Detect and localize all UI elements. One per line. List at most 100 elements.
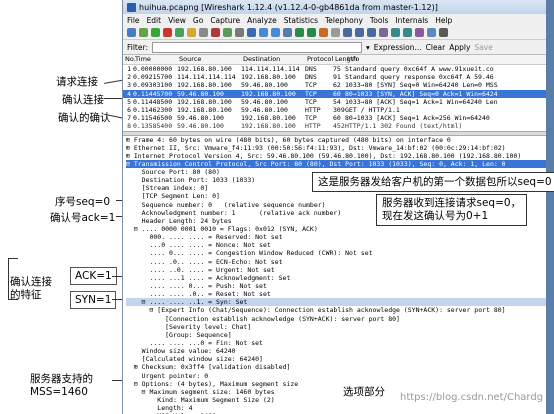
detail-line[interactable]: .... .... ...0 = Fin: Not set bbox=[126, 339, 554, 347]
detail-line[interactable]: ⊞ Frame 4: 60 bytes on wire (480 bits), … bbox=[126, 136, 554, 144]
capture-filters-icon[interactable] bbox=[391, 28, 400, 37]
filter-save-button[interactable]: Save bbox=[474, 43, 492, 52]
packet-row[interactable]: 1 0.00000000 192.168.80.100 114.114.114.114… bbox=[123, 65, 554, 73]
menu-item-file[interactable]: File bbox=[127, 16, 140, 25]
packet-row[interactable]: 2 0.09215700 114.114.114.114 192.168.80.100… bbox=[123, 73, 554, 81]
detail-line[interactable]: .... 0... .... = Congestion Window Reduc… bbox=[126, 249, 554, 257]
packet-row[interactable]: 8 0.13585400 59.46.80.100 192.168.80.100 HTT… bbox=[123, 122, 554, 130]
detail-line[interactable]: [Connection establish acknowledge (SYN+A… bbox=[126, 315, 554, 323]
find-packet-icon[interactable] bbox=[247, 28, 256, 37]
autoscroll-icon[interactable] bbox=[331, 28, 340, 37]
go-last-icon[interactable] bbox=[307, 28, 316, 37]
start-capture-icon[interactable] bbox=[151, 28, 160, 37]
detail-line[interactable]: [Severity level: Chat] bbox=[126, 323, 554, 331]
detail-line[interactable]: [Group: Sequence] bbox=[126, 331, 554, 339]
resize-columns-icon[interactable] bbox=[379, 28, 388, 37]
detail-line[interactable]: 000. .... .... = Reserved: Not set bbox=[126, 233, 554, 241]
coloring-rules-icon[interactable] bbox=[415, 28, 424, 37]
menu-item-tools[interactable]: Tools bbox=[370, 16, 388, 25]
packet-row[interactable]: 6 0.11462300 192.168.80.100 59.46.80.100 HTT… bbox=[123, 106, 554, 114]
detail-line[interactable]: .... ..0. .... = Urgent: Not set bbox=[126, 266, 554, 274]
packet-row[interactable]: 3 0.09303100 192.168.80.100 59.46.80.100 TCP… bbox=[123, 81, 554, 89]
detail-line[interactable]: ⊞ Internet Protocol Version 4, Src: 59.4… bbox=[126, 152, 554, 160]
packet-cell-info: 1033→80 [ACK] Seq=1 Ack=1 Win=64240 Len bbox=[345, 97, 498, 106]
col-info[interactable]: Info bbox=[345, 55, 554, 64]
display-filters-icon[interactable] bbox=[403, 28, 412, 37]
go-to-packet-icon[interactable] bbox=[283, 28, 292, 37]
menu-item-go[interactable]: Go bbox=[193, 16, 203, 25]
detail-line[interactable]: .... .... 0... = Push: Not set bbox=[126, 282, 554, 290]
col-no[interactable]: No. bbox=[123, 55, 136, 64]
detail-line[interactable]: .... .... .0.. = Reset: Not set bbox=[126, 290, 554, 298]
filter-apply-button[interactable]: Apply bbox=[449, 43, 470, 52]
filter-bar: Filter: ▾ Expression... Clear Apply Save bbox=[123, 40, 554, 55]
callout-server-recv: 服务器收到连接请求seq=0， 现在发这确认号为0+1 bbox=[376, 194, 528, 226]
packet-cell-time: 0.11448500 bbox=[133, 97, 173, 106]
detail-line[interactable]: ⊞ Checksum: 0x3ff4 [validation disabled] bbox=[126, 363, 554, 371]
col-protocol[interactable]: Protocol bbox=[305, 55, 333, 64]
preferences-icon[interactable] bbox=[427, 28, 436, 37]
restart-capture-icon[interactable] bbox=[175, 28, 184, 37]
options-icon[interactable] bbox=[139, 28, 148, 37]
zoom-in-icon[interactable] bbox=[343, 28, 352, 37]
filter-dropdown-icon[interactable]: ▾ bbox=[366, 43, 370, 52]
menu-item-internals[interactable]: Internals bbox=[395, 16, 428, 25]
detail-line[interactable]: Window size value: 64240 bbox=[126, 347, 554, 355]
help-icon[interactable] bbox=[439, 28, 448, 37]
packet-cell-proto: HTTP bbox=[305, 105, 321, 114]
detail-line[interactable]: ⊟ .... .... ..1. = Syn: Set bbox=[126, 298, 554, 307]
packet-cell-no: 2 bbox=[127, 73, 131, 82]
open-file-icon[interactable] bbox=[187, 28, 196, 37]
menu-item-statistics[interactable]: Statistics bbox=[284, 16, 318, 25]
menu-item-help[interactable]: Help bbox=[435, 16, 452, 25]
stop-capture-icon[interactable] bbox=[163, 28, 172, 37]
filter-input[interactable] bbox=[151, 41, 362, 53]
detail-line[interactable]: ...0 .... .... = Nonce: Not set bbox=[126, 241, 554, 249]
zoom-normal-icon[interactable] bbox=[367, 28, 376, 37]
go-forward-icon[interactable] bbox=[271, 28, 280, 37]
menu-item-view[interactable]: View bbox=[168, 16, 186, 25]
zoom-out-icon[interactable] bbox=[355, 28, 364, 37]
packet-cell-proto: TCP bbox=[305, 97, 317, 106]
go-back-icon[interactable] bbox=[259, 28, 268, 37]
packet-row[interactable]: 4 0.11445700 59.46.80.100 192.168.80.100 TCP… bbox=[123, 89, 554, 98]
save-file-icon[interactable] bbox=[199, 28, 208, 37]
watermark: https://blog.csdn.net/Chardg bbox=[400, 392, 544, 403]
detail-line[interactable]: ⊟ [Expert Info (Chat/Sequence): Connecti… bbox=[126, 306, 554, 314]
menu-item-capture[interactable]: Capture bbox=[210, 16, 240, 25]
packet-cell-dst: 59.46.80.100 bbox=[241, 97, 288, 106]
col-length[interactable]: Length bbox=[333, 55, 357, 64]
detail-line[interactable]: [Calculated window size: 64240] bbox=[126, 355, 554, 363]
title-bar: huihua.pcapng [Wireshark 1.12.4 (v1.12.4… bbox=[123, 0, 554, 14]
menu-item-analyze[interactable]: Analyze bbox=[247, 16, 277, 25]
menu-item-edit[interactable]: Edit bbox=[147, 16, 162, 25]
col-time[interactable]: Time bbox=[133, 55, 177, 64]
go-first-icon[interactable] bbox=[295, 28, 304, 37]
detail-line[interactable]: .... .0.. .... = ECN-Echo: Not set bbox=[126, 258, 554, 266]
detail-line[interactable]: .... ...1 .... = Acknowledgment: Set bbox=[126, 274, 554, 282]
filter-expression-button[interactable]: Expression... bbox=[374, 43, 422, 52]
reload-icon[interactable] bbox=[223, 28, 232, 37]
interfaces-icon[interactable] bbox=[127, 28, 136, 37]
detail-line[interactable]: ⊟ .... 0000 0001 0010 = Flags: 0x012 (SY… bbox=[126, 225, 554, 233]
detail-line[interactable]: Length: 4 bbox=[126, 404, 554, 412]
window-title: huihua.pcapng [Wireshark 1.12.4 (v1.12.4… bbox=[139, 2, 438, 12]
packet-row[interactable]: 5 0.11448500 192.168.80.100 59.46.80.100 TCP… bbox=[123, 98, 554, 106]
detail-line[interactable]: ⊞ Ethernet II, Src: Vmware_f4:11:93 (00:… bbox=[126, 144, 554, 152]
packet-row[interactable]: 7 0.11546500 59.46.80.100 192.168.80.100 TCP… bbox=[123, 114, 554, 122]
print-icon[interactable] bbox=[235, 28, 244, 37]
packet-cell-info: GET / HTTP/1.1 bbox=[345, 105, 400, 114]
packet-cell-len: 62 bbox=[333, 81, 341, 90]
colorize-icon[interactable] bbox=[319, 28, 328, 37]
callout-options: 选项部分 bbox=[338, 383, 390, 401]
col-destination[interactable]: Destination bbox=[241, 55, 305, 64]
annotation-feature: 确认连接 的特征 bbox=[10, 276, 52, 301]
filter-clear-button[interactable]: Clear bbox=[426, 43, 446, 52]
col-source[interactable]: Source bbox=[177, 55, 241, 64]
menu-item-telephony[interactable]: Telephony bbox=[325, 16, 363, 25]
detail-line[interactable]: ⊟ Transmission Control Protocol, Src Por… bbox=[126, 159, 554, 169]
packet-cell-src: 114.114.114.114 bbox=[177, 73, 236, 82]
close-file-icon[interactable] bbox=[211, 28, 220, 37]
packet-cell-src: 59.46.80.100 bbox=[177, 114, 224, 123]
detail-line[interactable]: Urgent pointer: 0 bbox=[126, 372, 554, 380]
